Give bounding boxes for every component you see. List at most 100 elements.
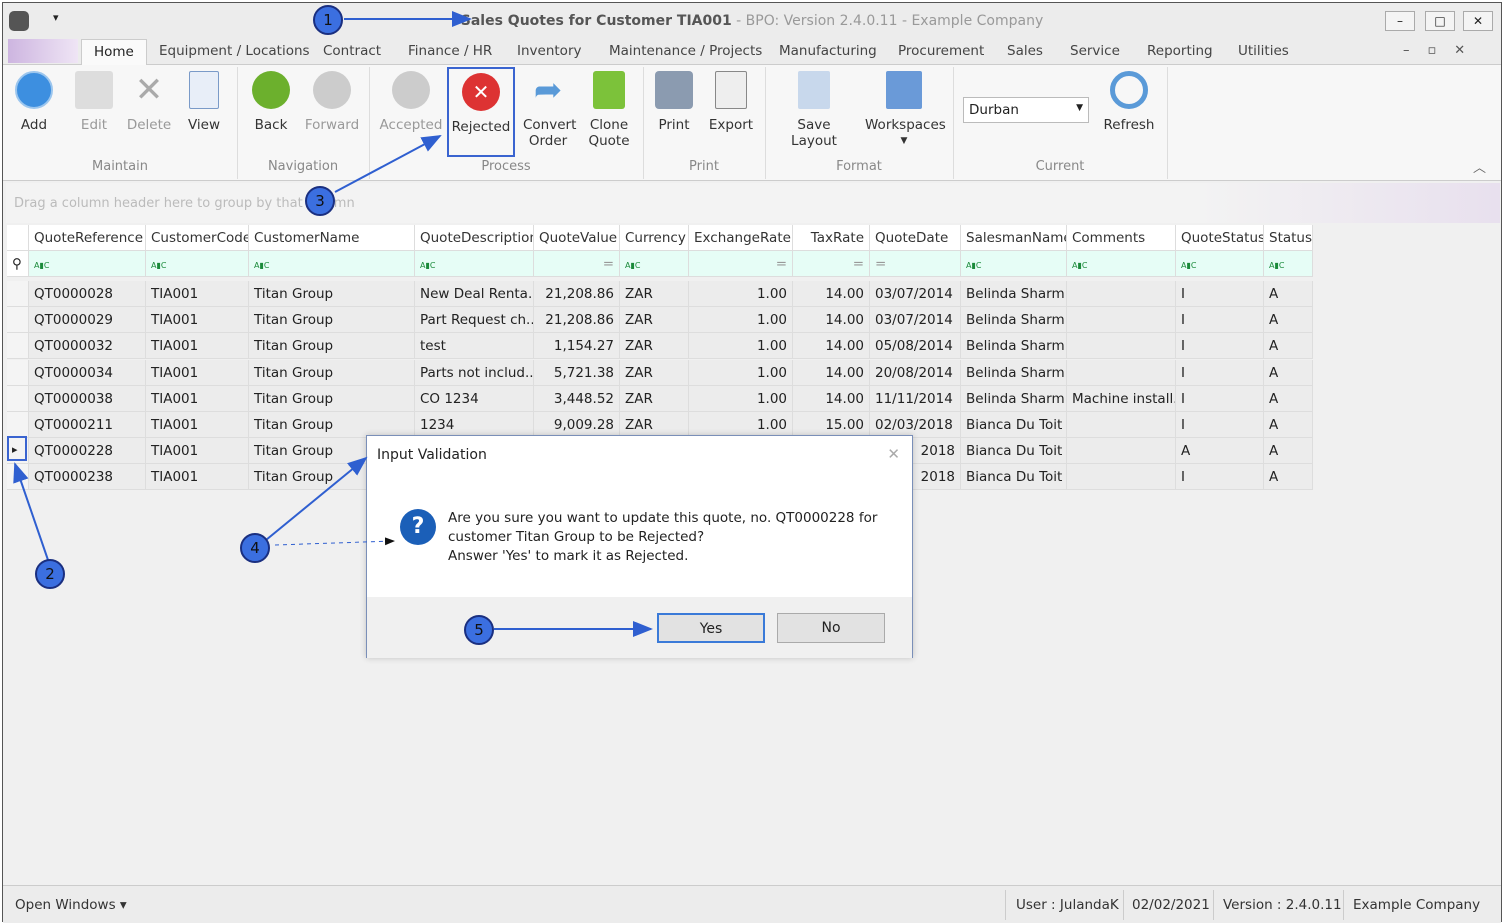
table-row[interactable]: QT0000032 TIA001 Titan Group test 1,154.27 ZA… [7, 333, 1313, 360]
filter-cell[interactable]: A▮C [1264, 251, 1313, 277]
view-button[interactable]: View [183, 71, 225, 133]
back-button[interactable]: Back [247, 71, 295, 133]
column-header[interactable]: Comments [1067, 225, 1176, 251]
table-cell: ZAR [620, 385, 689, 412]
column-header[interactable]: QuoteReference [29, 225, 146, 251]
branch-select[interactable]: Durban ▼ [963, 97, 1089, 123]
column-header[interactable]: QuoteValue [534, 225, 620, 251]
filter-cell[interactable]: A▮C [249, 251, 415, 277]
tab-utilities[interactable]: Utilities [1238, 43, 1289, 59]
table-cell: A [1264, 412, 1313, 438]
tab-equipment[interactable]: Equipment / Locations [159, 43, 310, 59]
filter-cell[interactable]: A▮C [1176, 251, 1264, 277]
tab-sales[interactable]: Sales [1007, 43, 1043, 59]
accepted-button[interactable]: Accepted [379, 71, 443, 133]
table-row[interactable]: QT0000034 TIA001 Titan Group Parts not incl… [7, 359, 1313, 386]
tab-inventory[interactable]: Inventory [517, 43, 581, 59]
table-cell: QT0000038 [29, 385, 146, 412]
save-layout-button[interactable]: Save Layout [773, 71, 855, 149]
yes-button[interactable]: Yes [657, 613, 765, 643]
row-indicator[interactable] [7, 464, 29, 491]
workspaces-button[interactable]: Workspaces ▼ [865, 71, 946, 149]
filter-cell[interactable]: = [793, 251, 870, 277]
table-cell [1067, 438, 1176, 465]
row-indicator[interactable] [7, 359, 29, 386]
filter-icon[interactable]: ⚲ [7, 251, 29, 277]
rejected-button[interactable]: ✕ Rejected [447, 67, 515, 157]
table-cell: 1,154.27 [534, 333, 620, 360]
filter-cell[interactable]: = [534, 251, 620, 277]
collapse-ribbon-icon[interactable]: ︿ [1473, 157, 1486, 176]
tab-finance[interactable]: Finance / HR [408, 43, 492, 59]
filter-row[interactable]: ⚲ A▮C A▮C A▮C A▮C = A▮C = = = A▮C A▮C A▮C A▮C [7, 251, 1313, 277]
tab-service[interactable]: Service [1070, 43, 1120, 59]
tab-maintenance[interactable]: Maintenance / Projects [609, 43, 762, 59]
table-cell: A [1264, 385, 1313, 412]
tab-manufacturing[interactable]: Manufacturing [779, 43, 877, 59]
maximize-button[interactable]: □ [1425, 11, 1455, 31]
table-cell: TIA001 [146, 307, 249, 334]
tab-reporting[interactable]: Reporting [1147, 43, 1213, 59]
delete-button[interactable]: ✕ Delete [125, 71, 173, 133]
filter-cell[interactable]: A▮C [415, 251, 534, 277]
filter-cell[interactable]: = [689, 251, 793, 277]
add-button[interactable]: Add [13, 71, 55, 133]
export-button[interactable]: Export [705, 71, 757, 133]
table-cell: I [1176, 281, 1264, 307]
print-button[interactable]: Print [651, 71, 697, 133]
table-cell: 1.00 [689, 359, 793, 386]
column-header[interactable]: ExchangeRate [689, 225, 793, 251]
row-indicator[interactable] [7, 385, 29, 412]
filter-cell[interactable]: A▮C [1067, 251, 1176, 277]
table-row[interactable]: QT0000028 TIA001 Titan Group New Deal Renta… [7, 281, 1313, 307]
grid-header[interactable]: QuoteReference CustomerCode CustomerName Qu… [7, 225, 1313, 251]
status-user: User : JulandaK [1016, 897, 1119, 913]
filter-cell[interactable]: = [870, 251, 961, 277]
row-indicator[interactable]: ▸ [7, 438, 29, 465]
column-header[interactable]: Status [1264, 225, 1313, 251]
row-indicator[interactable] [7, 307, 29, 334]
tab-home[interactable]: Home [81, 39, 147, 66]
dialog-close-button[interactable]: ✕ [887, 445, 900, 463]
table-cell: 03/07/2014 [870, 281, 961, 307]
column-header[interactable]: Currency [620, 225, 689, 251]
row-indicator[interactable] [7, 281, 29, 307]
column-header[interactable]: QuoteDescription [415, 225, 534, 251]
edit-button[interactable]: Edit [73, 71, 115, 133]
no-button[interactable]: No [777, 613, 885, 643]
filter-cell[interactable]: A▮C [146, 251, 249, 277]
column-header[interactable]: CustomerCode [146, 225, 249, 251]
group-by-panel[interactable]: Drag a column header here to group by th… [6, 183, 1500, 223]
table-cell: test [415, 333, 534, 360]
minimize-button[interactable]: – [1385, 11, 1415, 31]
refresh-button[interactable]: Refresh [1101, 71, 1157, 133]
mdi-controls[interactable]: –▫✕ [1403, 43, 1483, 58]
table-row[interactable]: QT0000029 TIA001 Titan Group Part Request c… [7, 307, 1313, 334]
column-header[interactable]: SalesmanName [961, 225, 1067, 251]
table-cell: Titan Group [249, 333, 415, 360]
table-cell: A [1264, 464, 1313, 491]
convert-order-button[interactable]: ➦ Convert Order [519, 71, 577, 149]
row-indicator[interactable] [7, 333, 29, 360]
table-cell: ZAR [620, 281, 689, 307]
tab-procurement[interactable]: Procurement [898, 43, 984, 59]
filter-cell[interactable]: A▮C [29, 251, 146, 277]
add-icon [15, 71, 53, 109]
row-indicator[interactable] [7, 412, 29, 438]
forward-button[interactable]: Forward [303, 71, 361, 133]
filter-cell[interactable]: A▮C [620, 251, 689, 277]
filter-cell[interactable]: A▮C [961, 251, 1067, 277]
column-header[interactable]: TaxRate [793, 225, 870, 251]
close-button[interactable]: ✕ [1463, 11, 1493, 31]
open-windows-button[interactable]: Open Windows ▾ [15, 897, 127, 913]
delete-icon: ✕ [134, 70, 164, 110]
clone-quote-button[interactable]: Clone Quote [585, 71, 633, 149]
column-header[interactable]: QuoteDate [870, 225, 961, 251]
app-menu-button[interactable] [8, 39, 78, 63]
table-cell: 14.00 [793, 281, 870, 307]
column-header[interactable]: CustomerName [249, 225, 415, 251]
column-header[interactable]: QuoteStatus [1176, 225, 1264, 251]
table-cell: Titan Group [249, 359, 415, 386]
table-row[interactable]: QT0000038 TIA001 Titan Group CO 1234 3,448.5… [7, 385, 1313, 412]
tab-contract[interactable]: Contract [323, 43, 381, 59]
